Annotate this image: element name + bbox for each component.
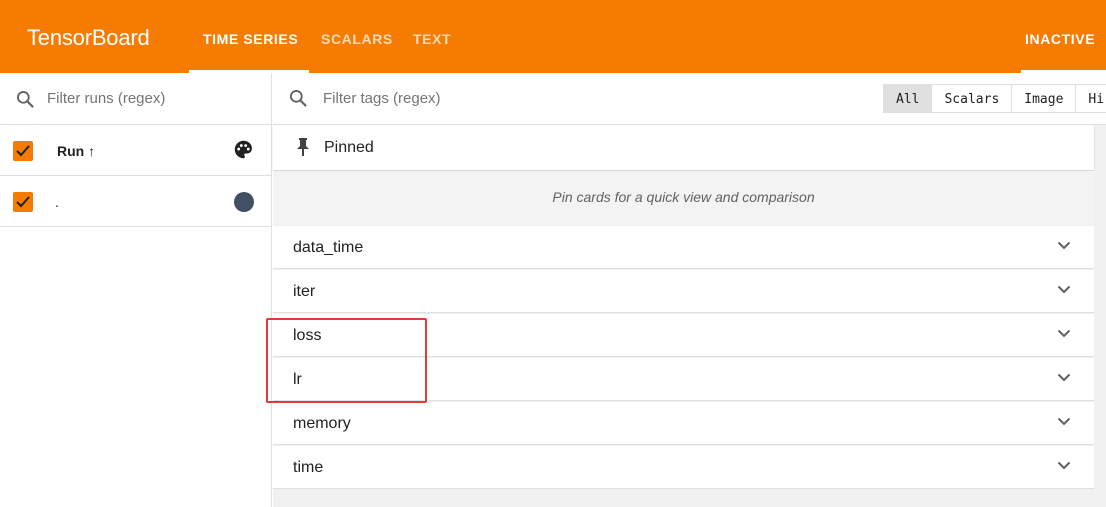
group-label: memory (293, 415, 351, 432)
app-brand[interactable]: TensorBoard (27, 25, 150, 51)
highlight-annotation-box (266, 318, 427, 403)
group-iter[interactable]: iter (273, 270, 1094, 313)
tags-filter-input[interactable]: Filter tags (regex) (323, 90, 441, 107)
top-app-bar: TensorBoard TIME SERIES SCALARS TEXT INA… (0, 0, 1106, 73)
chevron-down-icon[interactable] (1057, 461, 1071, 470)
run-row: . (0, 176, 272, 227)
chevron-down-icon[interactable] (1057, 285, 1071, 294)
search-icon (290, 90, 307, 107)
runs-filter[interactable]: Filter runs (regex) (0, 73, 272, 125)
palette-icon[interactable] (233, 139, 254, 160)
run-name: . (55, 194, 59, 210)
filter-image-button[interactable]: Image (1012, 84, 1077, 113)
pinned-hint: Pin cards for a quick view and compariso… (552, 189, 815, 205)
chevron-down-icon[interactable] (1057, 329, 1071, 338)
group-time[interactable]: time (273, 446, 1094, 489)
run-color-swatch[interactable] (234, 192, 254, 212)
tags-filter-bar: Filter tags (regex) All Scalars Image Hi (273, 73, 1106, 125)
group-label: time (293, 459, 324, 476)
pin-icon (297, 138, 309, 156)
pinned-empty-state: Pin cards for a quick view and compariso… (273, 171, 1094, 225)
check-icon (16, 145, 30, 157)
group-label: iter (293, 283, 316, 300)
run-checkbox[interactable] (13, 192, 33, 212)
time-series-panel: Filter tags (regex) All Scalars Image Hi… (273, 73, 1106, 507)
group-label: data_time (293, 239, 364, 256)
chevron-down-icon[interactable] (1057, 241, 1071, 250)
card-type-filter: All Scalars Image Hi (883, 84, 1106, 113)
chevron-down-icon[interactable] (1057, 373, 1071, 382)
search-icon (17, 91, 34, 108)
pinned-section-header: Pinned (273, 125, 1094, 170)
tab-time-series[interactable]: TIME SERIES (203, 31, 298, 47)
tab-scalars[interactable]: SCALARS (321, 31, 393, 47)
group-memory[interactable]: memory (273, 402, 1094, 445)
chevron-down-icon[interactable] (1057, 417, 1071, 426)
runs-filter-input[interactable]: Filter runs (regex) (47, 90, 165, 107)
filter-all-button[interactable]: All (883, 84, 933, 113)
runs-table-header: Run ↑ (0, 125, 272, 176)
pinned-title: Pinned (324, 139, 374, 156)
inactive-dropdown[interactable]: INACTIVE (1025, 31, 1095, 47)
run-column-header[interactable]: Run ↑ (57, 143, 95, 159)
check-icon (16, 196, 30, 208)
runs-panel: Filter runs (regex) Run ↑ . (0, 73, 272, 507)
select-all-checkbox[interactable] (13, 141, 33, 161)
group-data-time[interactable]: data_time (273, 226, 1094, 269)
filter-histogram-button[interactable]: Hi (1076, 84, 1106, 113)
tab-text[interactable]: TEXT (413, 31, 451, 47)
filter-scalars-button[interactable]: Scalars (932, 84, 1013, 113)
